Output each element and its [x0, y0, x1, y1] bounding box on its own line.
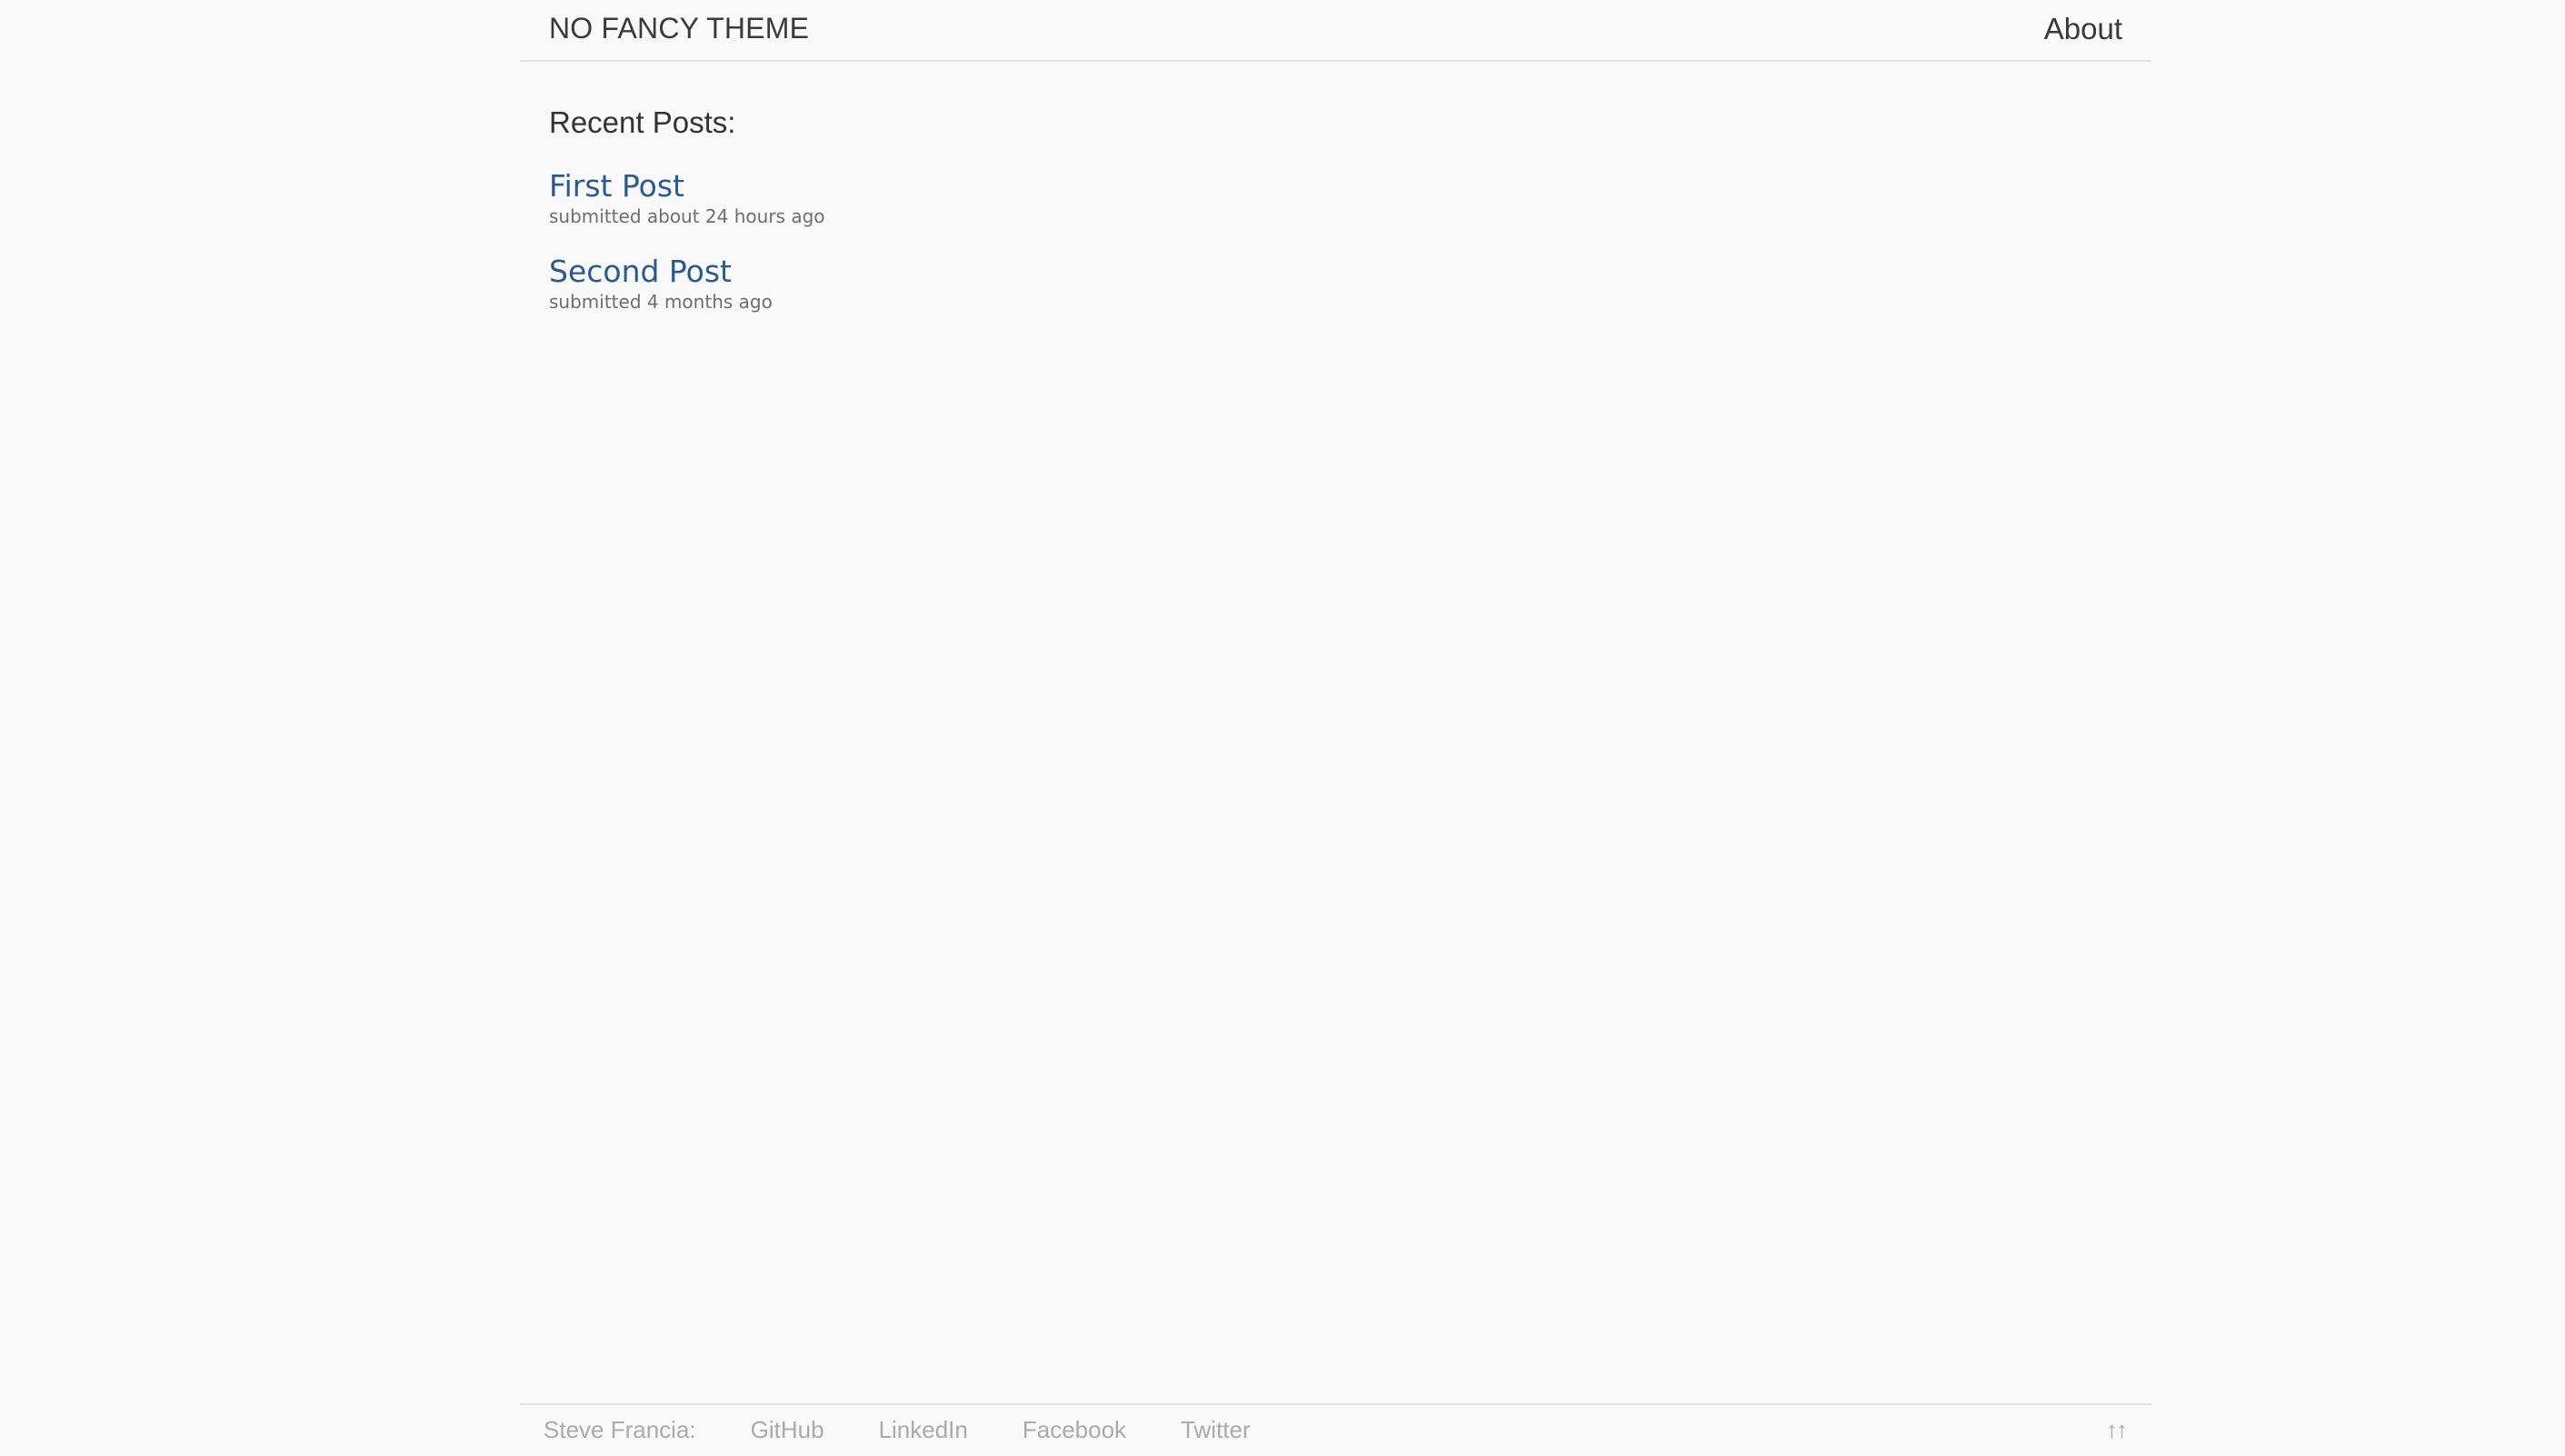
recent-posts-heading: Recent Posts: [549, 105, 736, 139]
site-header: NO FANCY THEME About [520, 0, 2151, 62]
post-submitted-meta: submitted 4 months ago [549, 291, 773, 313]
footer-link-twitter[interactable]: Twitter [1181, 1416, 1251, 1444]
post-list: First Post submitted about 24 hours ago … [549, 168, 825, 339]
post-title-link[interactable]: First Post [549, 168, 825, 204]
nav-about-link[interactable]: About [2044, 12, 2122, 46]
post-list-item: First Post submitted about 24 hours ago [549, 168, 825, 254]
post-list-item: Second Post submitted 4 months ago [549, 254, 825, 339]
post-title-link[interactable]: Second Post [549, 254, 825, 290]
page-container: NO FANCY THEME About Recent Posts: First… [520, 0, 2151, 1456]
main-content: Recent Posts: First Post submitted about… [549, 103, 2121, 313]
site-title-link[interactable]: NO FANCY THEME [549, 12, 809, 45]
footer-social-links: Steve Francia: GitHub LinkedIn Facebook … [544, 1416, 1305, 1444]
site-footer: Steve Francia: GitHub LinkedIn Facebook … [520, 1403, 2151, 1456]
back-to-top-arrows-icon[interactable]: ↑↑ [2106, 1416, 2128, 1444]
footer-link-facebook[interactable]: Facebook [1023, 1416, 1126, 1444]
footer-link-github[interactable]: GitHub [751, 1416, 824, 1444]
footer-owner-label: Steve Francia: [544, 1416, 696, 1443]
post-submitted-meta: submitted about 24 hours ago [549, 205, 825, 227]
footer-link-linkedin[interactable]: LinkedIn [879, 1416, 968, 1444]
page: NO FANCY THEME About Recent Posts: First… [0, 0, 2565, 1456]
